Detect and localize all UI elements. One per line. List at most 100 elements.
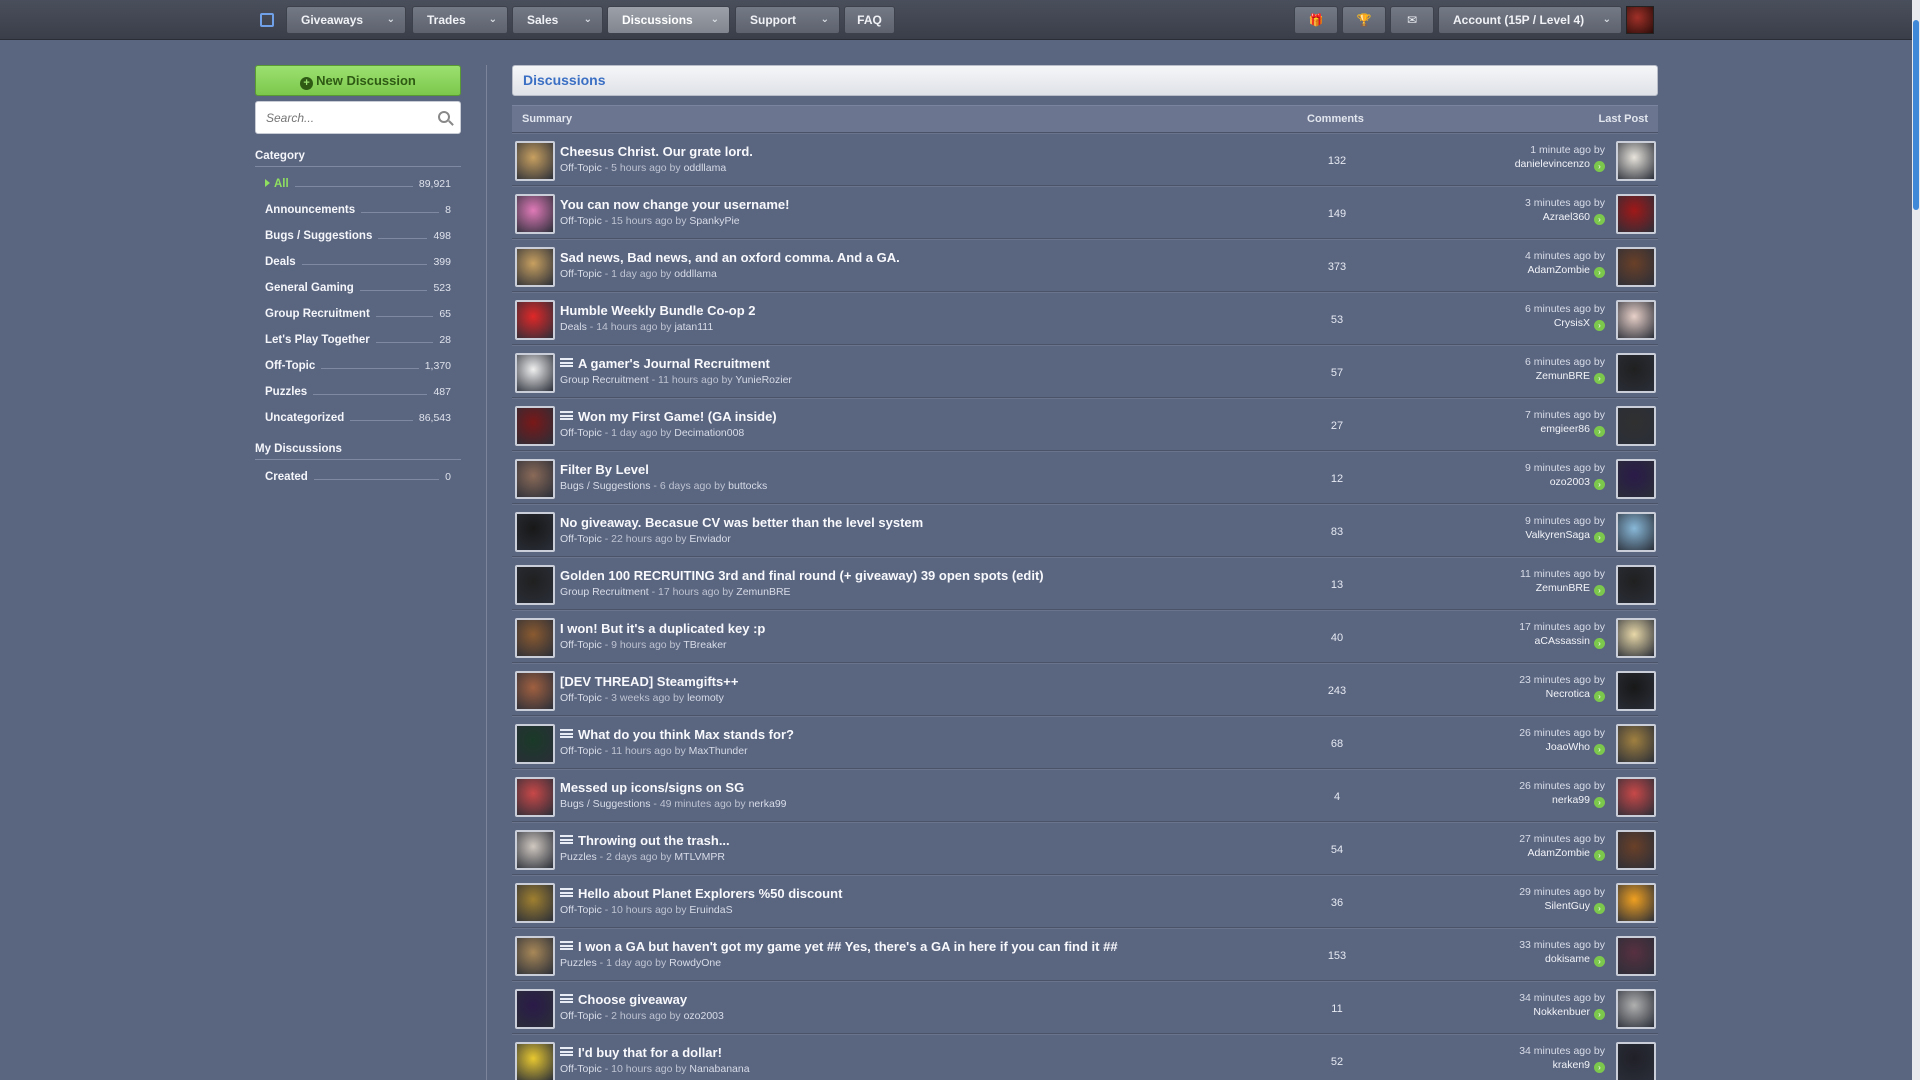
go-to-last-post-icon[interactable]: › bbox=[1594, 267, 1605, 278]
go-to-last-post-icon[interactable]: › bbox=[1594, 320, 1605, 331]
discussion-author-link[interactable]: EruindaS bbox=[689, 904, 732, 916]
comment-count[interactable]: 53 bbox=[1272, 314, 1402, 326]
go-to-last-post-icon[interactable]: › bbox=[1594, 1062, 1605, 1073]
discussion-category-link[interactable]: Off-Topic bbox=[560, 904, 602, 916]
last-post-user-link[interactable]: AdamZombie bbox=[1528, 847, 1590, 859]
go-to-last-post-icon[interactable]: › bbox=[1594, 532, 1605, 543]
nav-support-button[interactable]: Support ⌄ bbox=[735, 6, 840, 34]
last-post-user-link[interactable]: SilentGuy bbox=[1544, 900, 1590, 912]
discussion-category-link[interactable]: Off-Topic bbox=[560, 1010, 602, 1022]
comment-count[interactable]: 36 bbox=[1272, 897, 1402, 909]
comment-count[interactable]: 13 bbox=[1272, 579, 1402, 591]
last-post-user-link[interactable]: CrysisX bbox=[1554, 317, 1590, 329]
last-post-user-link[interactable]: nerka99 bbox=[1552, 794, 1590, 806]
discussion-title-link[interactable]: Filter By Level bbox=[560, 462, 649, 477]
discussion-title-link[interactable]: You can now change your username! bbox=[560, 197, 789, 212]
discussion-category-link[interactable]: Off-Topic bbox=[560, 215, 602, 227]
category-item-announcements[interactable]: Announcements 8 bbox=[255, 197, 461, 223]
discussion-title-link[interactable]: I'd buy that for a dollar! bbox=[560, 1045, 722, 1060]
author-avatar[interactable] bbox=[515, 830, 555, 870]
last-poster-avatar[interactable] bbox=[1616, 353, 1656, 393]
author-avatar[interactable] bbox=[515, 194, 555, 234]
author-avatar[interactable] bbox=[515, 459, 555, 499]
discussion-category-link[interactable]: Off-Topic bbox=[560, 162, 602, 174]
author-avatar[interactable] bbox=[515, 141, 555, 181]
my-discussions-item-created[interactable]: Created 0 bbox=[255, 464, 461, 490]
last-poster-avatar[interactable] bbox=[1616, 989, 1656, 1029]
nav-faq-button[interactable]: FAQ bbox=[844, 6, 895, 34]
last-poster-avatar[interactable] bbox=[1616, 883, 1656, 923]
discussion-author-link[interactable]: ozo2003 bbox=[684, 1010, 724, 1022]
last-poster-avatar[interactable] bbox=[1616, 406, 1656, 446]
discussion-category-link[interactable]: Off-Topic bbox=[560, 533, 602, 545]
discussion-category-link[interactable]: Bugs / Suggestions bbox=[560, 480, 650, 492]
discussion-title-link[interactable]: Hello about Planet Explorers %50 discoun… bbox=[560, 886, 842, 901]
category-item-deals[interactable]: Deals 399 bbox=[255, 249, 461, 275]
discussion-category-link[interactable]: Group Recruitment bbox=[560, 586, 649, 598]
author-avatar[interactable] bbox=[515, 512, 555, 552]
go-to-last-post-icon[interactable]: › bbox=[1594, 956, 1605, 967]
discussion-title-link[interactable]: Sad news, Bad news, and an oxford comma.… bbox=[560, 250, 900, 265]
last-post-user-link[interactable]: dokisame bbox=[1545, 953, 1590, 965]
author-avatar[interactable] bbox=[515, 353, 555, 393]
discussion-author-link[interactable]: SpankyPie bbox=[689, 215, 739, 227]
last-post-user-link[interactable]: Necrotica bbox=[1546, 688, 1590, 700]
discussion-title-link[interactable]: Cheesus Christ. Our grate lord. bbox=[560, 144, 753, 159]
site-logo-icon[interactable] bbox=[260, 13, 274, 27]
author-avatar[interactable] bbox=[515, 300, 555, 340]
last-poster-avatar[interactable] bbox=[1616, 247, 1656, 287]
go-to-last-post-icon[interactable]: › bbox=[1594, 797, 1605, 808]
scrollbar-thumb[interactable] bbox=[1913, 20, 1919, 210]
discussion-author-link[interactable]: buttocks bbox=[728, 480, 767, 492]
discussion-title-link[interactable]: Messed up icons/signs on SG bbox=[560, 780, 744, 795]
mail-icon[interactable]: ✉ bbox=[1390, 6, 1434, 34]
discussion-author-link[interactable]: Enviador bbox=[689, 533, 730, 545]
go-to-last-post-icon[interactable]: › bbox=[1594, 691, 1605, 702]
discussion-author-link[interactable]: oddllama bbox=[684, 162, 727, 174]
go-to-last-post-icon[interactable]: › bbox=[1594, 373, 1605, 384]
author-avatar[interactable] bbox=[515, 247, 555, 287]
discussion-title-link[interactable]: I won a GA but haven't got my game yet #… bbox=[560, 939, 1118, 954]
comment-count[interactable]: 27 bbox=[1272, 420, 1402, 432]
discussion-category-link[interactable]: Group Recruitment bbox=[560, 374, 649, 386]
author-avatar[interactable] bbox=[515, 1042, 555, 1080]
category-item-uncategorized[interactable]: Uncategorized 86,543 bbox=[255, 405, 461, 431]
comment-count[interactable]: 243 bbox=[1272, 685, 1402, 697]
author-avatar[interactable] bbox=[515, 936, 555, 976]
last-poster-avatar[interactable] bbox=[1616, 512, 1656, 552]
last-poster-avatar[interactable] bbox=[1616, 565, 1656, 605]
last-poster-avatar[interactable] bbox=[1616, 459, 1656, 499]
last-post-user-link[interactable]: Azrael360 bbox=[1543, 211, 1590, 223]
author-avatar[interactable] bbox=[515, 777, 555, 817]
comment-count[interactable]: 153 bbox=[1272, 950, 1402, 962]
discussion-title-link[interactable]: Won my First Game! (GA inside) bbox=[560, 409, 777, 424]
comment-count[interactable]: 373 bbox=[1272, 261, 1402, 273]
last-poster-avatar[interactable] bbox=[1616, 1042, 1656, 1080]
account-menu-button[interactable]: Account (15P / Level 4) ⌄ bbox=[1438, 6, 1622, 34]
discussion-title-link[interactable]: Choose giveaway bbox=[560, 992, 687, 1007]
discussion-title-link[interactable]: [DEV THREAD] Steamgifts++ bbox=[560, 674, 738, 689]
discussion-category-link[interactable]: Off-Topic bbox=[560, 268, 602, 280]
nav-trades-button[interactable]: Trades ⌄ bbox=[412, 6, 508, 34]
nav-giveaways-button[interactable]: Giveaways ⌄ bbox=[286, 6, 406, 34]
discussion-author-link[interactable]: RowdyOne bbox=[669, 957, 721, 969]
discussion-category-link[interactable]: Off-Topic bbox=[560, 427, 602, 439]
discussion-author-link[interactable]: Nanabanana bbox=[689, 1063, 749, 1075]
discussion-category-link[interactable]: Bugs / Suggestions bbox=[560, 798, 650, 810]
discussion-title-link[interactable]: I won! But it's a duplicated key :p bbox=[560, 621, 765, 636]
discussion-category-link[interactable]: Off-Topic bbox=[560, 639, 602, 651]
discussion-title-link[interactable]: Humble Weekly Bundle Co-op 2 bbox=[560, 303, 756, 318]
comment-count[interactable]: 54 bbox=[1272, 844, 1402, 856]
comment-count[interactable]: 149 bbox=[1272, 208, 1402, 220]
last-post-user-link[interactable]: ZemunBRE bbox=[1536, 370, 1590, 382]
last-post-user-link[interactable]: Nokkenbuer bbox=[1533, 1006, 1590, 1018]
comment-count[interactable]: 83 bbox=[1272, 526, 1402, 538]
author-avatar[interactable] bbox=[515, 989, 555, 1029]
go-to-last-post-icon[interactable]: › bbox=[1594, 850, 1605, 861]
last-poster-avatar[interactable] bbox=[1616, 671, 1656, 711]
last-poster-avatar[interactable] bbox=[1616, 618, 1656, 658]
author-avatar[interactable] bbox=[515, 671, 555, 711]
trophy-icon[interactable]: 🏆 bbox=[1342, 6, 1386, 34]
last-post-user-link[interactable]: danielevincenzo bbox=[1515, 158, 1590, 170]
author-avatar[interactable] bbox=[515, 565, 555, 605]
